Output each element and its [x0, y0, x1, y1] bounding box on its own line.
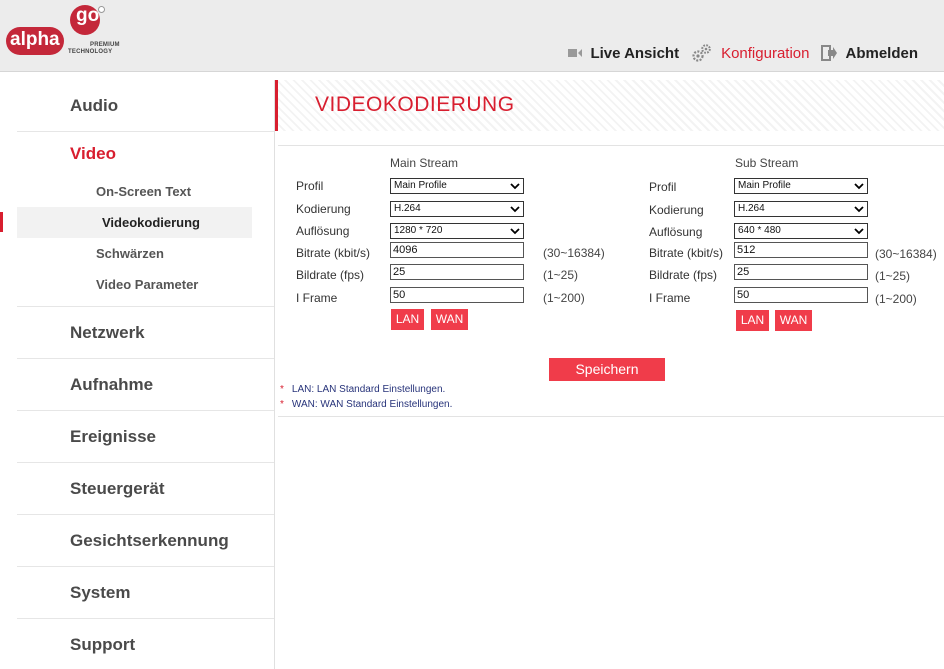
- sub-iframe-label: I Frame: [649, 291, 691, 305]
- chevron-down-icon: [510, 183, 520, 190]
- sub-resolution-value: 640 * 480: [738, 225, 781, 236]
- main-encoding-label: Kodierung: [296, 202, 351, 216]
- main-stream-heading: Main Stream: [390, 156, 459, 170]
- sub-iframe-range: (1~200): [875, 292, 917, 306]
- sub-framerate-range: (1~25): [875, 269, 911, 283]
- sidebar-item-audio[interactable]: Audio: [17, 80, 274, 132]
- alphago-logo[interactable]: go alpha PREMIUM TECHNOLOGY: [6, 5, 126, 65]
- sub-profile-select[interactable]: Main Profile: [734, 178, 868, 194]
- main-iframe-label: I Frame: [296, 291, 338, 305]
- sub-bitrate-range: (30~16384): [875, 247, 937, 261]
- video-camera-icon: [568, 48, 583, 58]
- sidebar: Audio Video On-Screen Text Videokodierun…: [0, 80, 275, 669]
- sub-encoding-label: Kodierung: [649, 203, 704, 217]
- logo-tagline-technology: TECHNOLOGY: [68, 49, 113, 55]
- chevron-down-icon: [510, 206, 520, 213]
- chevron-down-icon: [510, 228, 520, 235]
- logout-icon: [821, 45, 838, 61]
- sidebar-item-system[interactable]: System: [17, 567, 274, 619]
- logo-alpha-text: alpha: [10, 29, 60, 50]
- sidebar-item-ereignisse[interactable]: Ereignisse: [17, 411, 274, 463]
- main-profile-label: Profil: [296, 179, 324, 193]
- video-submenu: On-Screen Text Videokodierung Schwärzen …: [0, 176, 274, 307]
- logo-tagline-premium: PREMIUM: [90, 42, 120, 48]
- sub-encoding-value: H.264: [738, 203, 765, 214]
- main-framerate-label: Bildrate (fps): [296, 268, 365, 282]
- main-wan-button[interactable]: WAN: [431, 309, 468, 330]
- main-resolution-label: Auflösung: [296, 224, 350, 238]
- note-wan-text: WAN: WAN Standard Einstellungen.: [291, 399, 453, 410]
- main-iframe-range: (1~200): [543, 291, 585, 305]
- logo-go-text: go: [76, 5, 100, 26]
- note-lan-text: LAN: LAN Standard Einstellungen.: [291, 384, 446, 395]
- main-profile-select[interactable]: Main Profile: [390, 178, 524, 194]
- main-bitrate-label: Bitrate (kbit/s): [296, 246, 371, 260]
- chevron-down-icon: [854, 183, 864, 190]
- sub-resolution-label: Auflösung: [649, 225, 703, 239]
- registered-mark-icon: [98, 6, 105, 13]
- main-encoding-value: H.264: [394, 203, 421, 214]
- nav-logout-label: Abmelden: [845, 44, 918, 62]
- page-title-bar: VIDEOKODIERUNG: [275, 80, 944, 131]
- sub-wan-button[interactable]: WAN: [775, 310, 812, 331]
- sub-encoding-select[interactable]: H.264: [734, 201, 868, 217]
- sub-framerate-label: Bildrate (fps): [649, 268, 718, 282]
- chevron-down-icon: [854, 228, 864, 235]
- main-resolution-select[interactable]: 1280 * 720: [390, 223, 524, 239]
- main-iframe-input[interactable]: 50: [390, 287, 524, 303]
- nav-live-view[interactable]: Live Ansicht: [568, 45, 679, 62]
- sub-profile-value: Main Profile: [738, 180, 791, 191]
- header: go alpha PREMIUM TECHNOLOGY Live Ansicht…: [0, 0, 944, 72]
- sidebar-item-video[interactable]: Video: [17, 132, 274, 176]
- main-lan-button[interactable]: LAN: [391, 309, 424, 330]
- sidebar-item-gesichtserkennung[interactable]: Gesichtserkennung: [17, 515, 274, 567]
- sidebar-item-support[interactable]: Support: [17, 619, 274, 669]
- sub-resolution-select[interactable]: 640 * 480: [734, 223, 868, 239]
- note-wan: * WAN: WAN Standard Einstellungen.: [280, 399, 452, 410]
- sub-stream-heading: Sub Stream: [735, 156, 799, 170]
- nav-live-view-label: Live Ansicht: [590, 44, 680, 62]
- save-button[interactable]: Speichern: [549, 358, 665, 381]
- submenu-item-on-screen-text[interactable]: On-Screen Text: [17, 176, 274, 207]
- sub-lan-button[interactable]: LAN: [736, 310, 769, 331]
- main-bitrate-input[interactable]: 4096: [390, 242, 524, 258]
- page-title: VIDEOKODIERUNG: [315, 93, 515, 116]
- sub-bitrate-label: Bitrate (kbit/s): [649, 246, 724, 260]
- main-resolution-value: 1280 * 720: [394, 225, 443, 236]
- sub-framerate-input[interactable]: 25: [734, 264, 868, 280]
- sub-iframe-input[interactable]: 50: [734, 287, 868, 303]
- asterisk-icon: *: [280, 384, 284, 395]
- main-framerate-input[interactable]: 25: [390, 264, 524, 280]
- submenu-item-videokodierung[interactable]: Videokodierung: [0, 207, 252, 238]
- main-profile-value: Main Profile: [394, 180, 447, 191]
- note-lan: * LAN: LAN Standard Einstellungen.: [280, 384, 445, 395]
- sub-bitrate-input[interactable]: 512: [734, 242, 868, 258]
- submenu-item-video-parameter[interactable]: Video Parameter: [17, 269, 274, 300]
- nav-configuration[interactable]: Konfiguration: [691, 43, 809, 63]
- main-encoding-select[interactable]: H.264: [390, 201, 524, 217]
- top-navigation: Live Ansicht Konfiguration Abmelden: [556, 42, 918, 64]
- sidebar-item-netzwerk[interactable]: Netzwerk: [17, 307, 274, 359]
- nav-logout[interactable]: Abmelden: [821, 45, 918, 62]
- nav-configuration-label: Konfiguration: [721, 44, 810, 62]
- asterisk-icon: *: [280, 399, 284, 410]
- main-framerate-range: (1~25): [543, 268, 579, 282]
- sub-profile-label: Profil: [649, 180, 677, 194]
- video-encoding-form: Main Stream Profil Main Profile Kodierun…: [278, 145, 944, 417]
- sidebar-item-aufnahme[interactable]: Aufnahme: [17, 359, 274, 411]
- gears-icon: [691, 43, 713, 63]
- submenu-item-schwaerzen[interactable]: Schwärzen: [17, 238, 274, 269]
- sidebar-item-steuergeraet[interactable]: Steuergerät: [17, 463, 274, 515]
- main-bitrate-range: (30~16384): [543, 246, 605, 260]
- chevron-down-icon: [854, 206, 864, 213]
